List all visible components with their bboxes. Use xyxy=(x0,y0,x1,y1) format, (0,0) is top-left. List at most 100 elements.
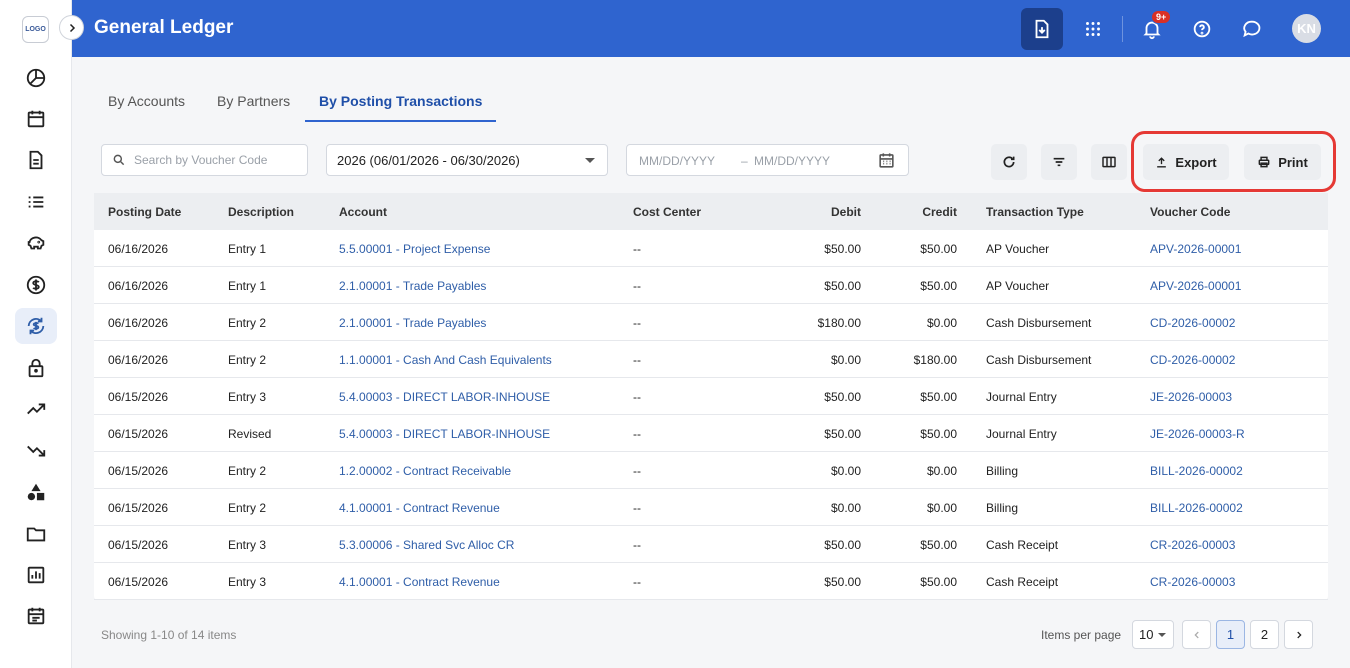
cell-voucher-code[interactable]: BILL-2026-00002 xyxy=(1150,464,1243,478)
table-row[interactable]: 06/16/2026 Entry 2 2.1.00001 - Trade Payab… xyxy=(94,304,1328,341)
cell-debit: $180.00 xyxy=(817,316,861,330)
table-row[interactable]: 06/15/2026 Entry 3 5.3.00006 - Shared Svc … xyxy=(94,526,1328,563)
header-transaction-type[interactable]: Transaction Type xyxy=(986,205,1084,219)
next-page-button[interactable] xyxy=(1284,620,1313,649)
document-icon xyxy=(29,150,43,170)
header-cost-center[interactable]: Cost Center xyxy=(633,205,701,219)
date-start-field[interactable]: MM/DD/YYYY xyxy=(639,154,715,168)
sidebar-item-folders[interactable] xyxy=(15,516,57,552)
cell-account[interactable]: 4.1.00001 - Contract Revenue xyxy=(339,501,500,515)
cell-account[interactable]: 5.4.00003 - DIRECT LABOR-INHOUSE xyxy=(339,390,550,404)
header-credit[interactable]: Credit xyxy=(922,205,957,219)
cell-credit: $0.00 xyxy=(926,316,957,330)
cell-voucher-code[interactable]: JE-2026-00003 xyxy=(1150,390,1232,404)
cell-account[interactable]: 5.4.00003 - DIRECT LABOR-INHOUSE xyxy=(339,427,550,441)
cell-account[interactable]: 4.1.00001 - Contract Revenue xyxy=(339,575,500,589)
cell-cost-center: -- xyxy=(633,575,641,589)
cell-cost-center: -- xyxy=(633,279,641,293)
grid-icon xyxy=(1086,22,1100,36)
chat-button[interactable] xyxy=(1231,8,1273,50)
cell-voucher-code[interactable]: CR-2026-00003 xyxy=(1150,538,1235,552)
table-row[interactable]: 06/15/2026 Entry 3 4.1.00001 - Contract Re… xyxy=(94,563,1328,600)
period-select[interactable]: 2026 (06/01/2026 - 06/30/2026) xyxy=(326,144,608,176)
cell-credit: $50.00 xyxy=(920,390,957,404)
app-header: General Ledger 9+ KN xyxy=(72,0,1350,57)
cell-transaction-type: AP Voucher xyxy=(986,242,1050,256)
cell-account[interactable]: 2.1.00001 - Trade Payables xyxy=(339,316,486,330)
chat-icon xyxy=(1243,20,1261,38)
calendar-icon[interactable] xyxy=(877,151,896,170)
cell-account[interactable]: 1.1.00001 - Cash And Cash Equivalents xyxy=(339,353,552,367)
sidebar-item-security[interactable] xyxy=(15,350,57,386)
refresh-button[interactable] xyxy=(991,144,1027,180)
period-select-value: 2026 (06/01/2026 - 06/30/2026) xyxy=(337,153,520,168)
search-input[interactable] xyxy=(134,153,304,167)
columns-button[interactable] xyxy=(1091,144,1127,180)
prev-page-button[interactable] xyxy=(1182,620,1211,649)
tab-by-posting-transactions[interactable]: By Posting Transactions xyxy=(305,82,497,122)
sidebar-item-reports[interactable] xyxy=(15,557,57,593)
sidebar-item-documents[interactable] xyxy=(15,142,57,178)
page-1-button[interactable]: 1 xyxy=(1216,620,1245,649)
cell-account[interactable]: 5.3.00006 - Shared Svc Alloc CR xyxy=(339,538,514,552)
cell-account[interactable]: 5.5.00001 - Project Expense xyxy=(339,242,490,256)
table-row[interactable]: 06/15/2026 Entry 2 4.1.00001 - Contract Re… xyxy=(94,489,1328,526)
header-posting-date[interactable]: Posting Date xyxy=(108,205,181,219)
cell-voucher-code[interactable]: CD-2026-00002 xyxy=(1150,353,1235,367)
cell-credit: $180.00 xyxy=(913,353,957,367)
help-button[interactable] xyxy=(1181,8,1223,50)
tab-by-partners[interactable]: By Partners xyxy=(203,82,304,122)
dollar-icon xyxy=(26,275,46,295)
cell-voucher-code[interactable]: APV-2026-00001 xyxy=(1150,279,1241,293)
cell-debit: $50.00 xyxy=(824,390,861,404)
cell-voucher-code[interactable]: JE-2026-00003-R xyxy=(1150,427,1245,441)
cell-posting-date: 06/15/2026 xyxy=(108,464,169,478)
items-per-page-select[interactable]: 10 xyxy=(1132,620,1174,649)
sidebar-item-list[interactable] xyxy=(15,184,57,220)
sidebar-item-general-ledger[interactable] xyxy=(15,308,57,344)
table-row[interactable]: 06/16/2026 Entry 1 2.1.00001 - Trade Payab… xyxy=(94,267,1328,304)
cell-voucher-code[interactable]: CD-2026-00002 xyxy=(1150,316,1235,330)
cell-transaction-type: Billing xyxy=(986,501,1019,515)
sidebar-item-calendar[interactable] xyxy=(15,101,57,137)
cell-credit: $50.00 xyxy=(920,575,957,589)
table-row[interactable]: 06/16/2026 Entry 1 5.5.00001 - Project Exp… xyxy=(94,230,1328,267)
cell-posting-date: 06/15/2026 xyxy=(108,538,169,552)
sidebar-item-schedule[interactable] xyxy=(15,598,57,634)
sidebar-item-savings[interactable] xyxy=(15,225,57,261)
sidebar-item-payments[interactable] xyxy=(15,267,57,303)
header-description[interactable]: Description xyxy=(228,205,294,219)
cell-voucher-code[interactable]: CR-2026-00003 xyxy=(1150,575,1235,589)
table-row[interactable]: 06/15/2026 Entry 2 1.2.00002 - Contract Re… xyxy=(94,452,1328,489)
filter-icon xyxy=(1053,157,1065,167)
header-divider xyxy=(1122,16,1123,42)
avatar[interactable]: KN xyxy=(1292,14,1321,43)
cell-voucher-code[interactable]: APV-2026-00001 xyxy=(1150,242,1241,256)
sidebar-toggle-button[interactable] xyxy=(59,15,84,40)
table-row[interactable]: 06/16/2026 Entry 2 1.1.00001 - Cash And Ca… xyxy=(94,341,1328,378)
filter-button[interactable] xyxy=(1041,144,1077,180)
cell-debit: $0.00 xyxy=(830,501,861,515)
cell-description: Revised xyxy=(228,427,272,441)
download-button[interactable] xyxy=(1021,8,1063,50)
cell-posting-date: 06/16/2026 xyxy=(108,353,169,367)
page-2-button[interactable]: 2 xyxy=(1250,620,1279,649)
table-row[interactable]: 06/15/2026 Revised 5.4.00003 - DIRECT LABO… xyxy=(94,415,1328,452)
header-debit[interactable]: Debit xyxy=(831,205,861,219)
table-row[interactable]: 06/15/2026 Entry 3 5.4.00003 - DIRECT LABO… xyxy=(94,378,1328,415)
header-voucher-code[interactable]: Voucher Code xyxy=(1150,205,1230,219)
cell-account[interactable]: 2.1.00001 - Trade Payables xyxy=(339,279,486,293)
apps-button[interactable] xyxy=(1072,8,1114,50)
sidebar-item-revenue[interactable] xyxy=(15,391,57,427)
date-range-picker[interactable]: MM/DD/YYYY – MM/DD/YYYY xyxy=(626,144,909,176)
sidebar-item-categories[interactable] xyxy=(15,474,57,510)
cell-account[interactable]: 1.2.00002 - Contract Receivable xyxy=(339,464,511,478)
header-account[interactable]: Account xyxy=(339,205,387,219)
table-body: 06/16/2026 Entry 1 5.5.00001 - Project Exp… xyxy=(94,230,1328,600)
cell-description: Entry 3 xyxy=(228,575,267,589)
sidebar-item-dashboard[interactable] xyxy=(15,60,57,96)
cell-voucher-code[interactable]: BILL-2026-00002 xyxy=(1150,501,1243,515)
date-end-field[interactable]: MM/DD/YYYY xyxy=(754,154,830,168)
sidebar-item-expenses[interactable] xyxy=(15,433,57,469)
tab-by-accounts[interactable]: By Accounts xyxy=(94,82,199,122)
